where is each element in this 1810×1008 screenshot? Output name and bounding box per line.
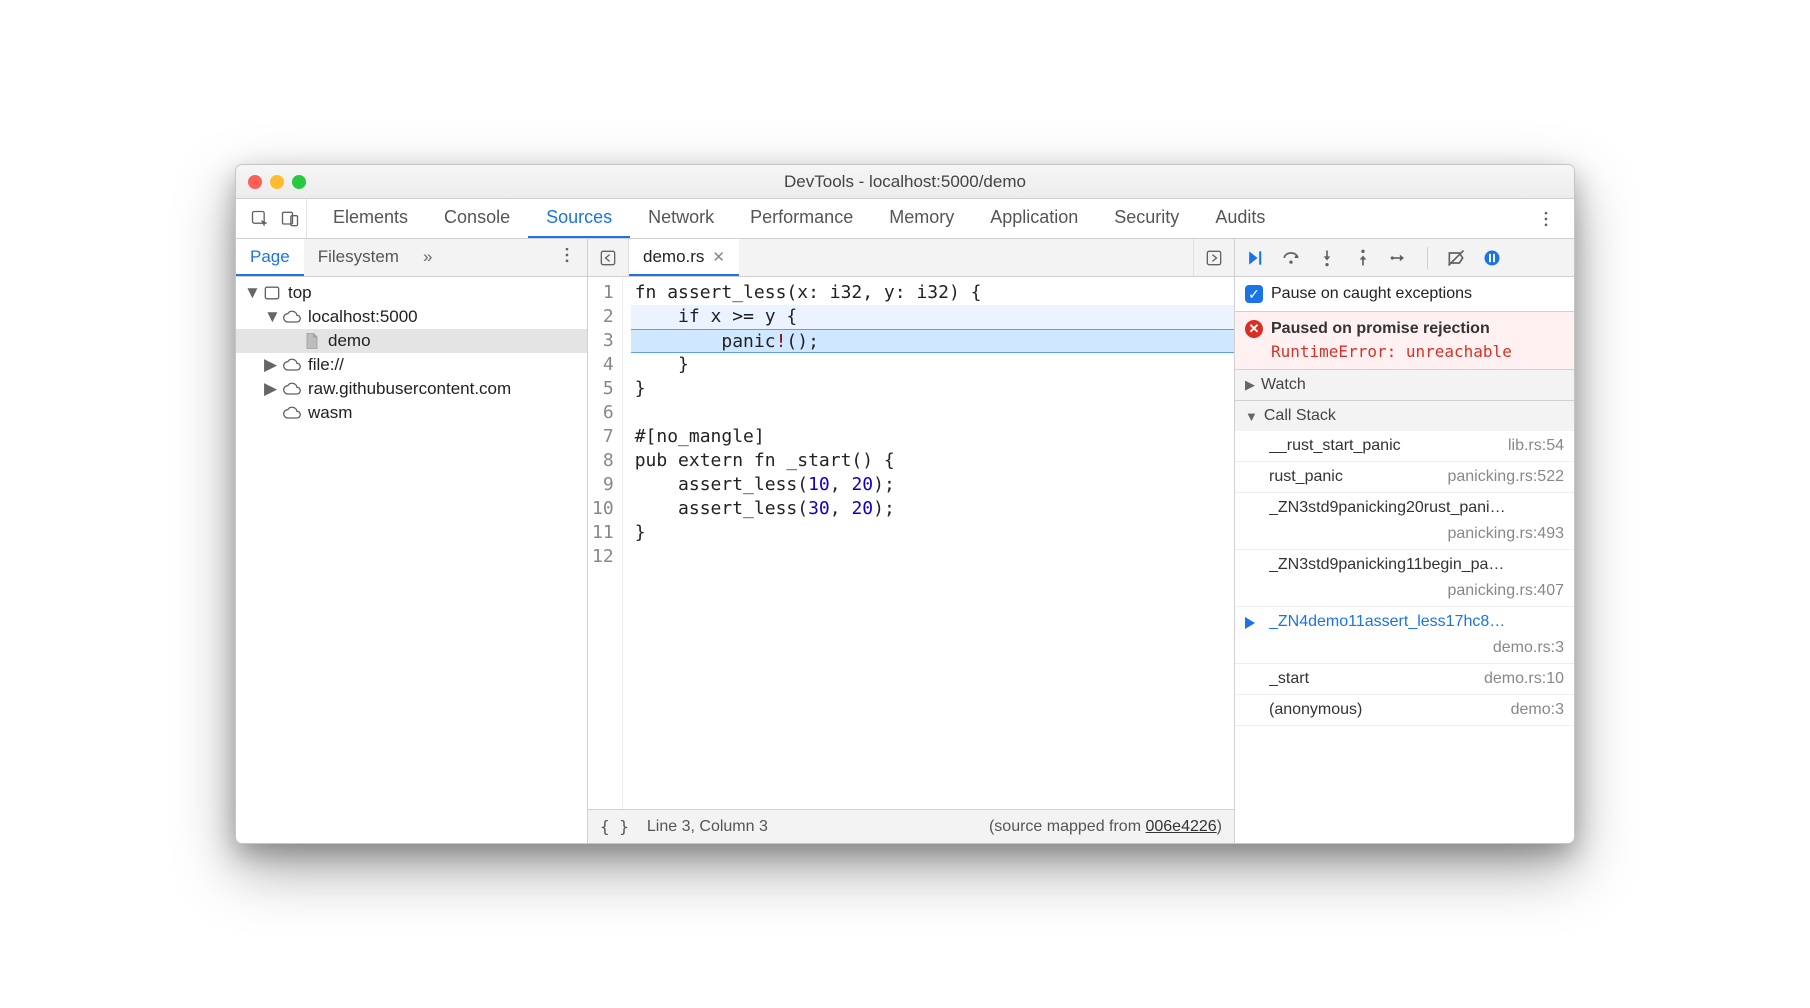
close-tab-icon[interactable]: ✕ [712, 248, 725, 266]
cursor-position: Line 3, Column 3 [647, 818, 768, 836]
navigate-back-icon[interactable] [588, 239, 629, 276]
tab-network[interactable]: Network [630, 199, 732, 238]
pause-reason: Paused on promise rejection [1271, 320, 1490, 338]
tab-console[interactable]: Console [426, 199, 528, 238]
tab-memory[interactable]: Memory [871, 199, 972, 238]
editor-pane: demo.rs ✕ 123456789101112 fn assert_less… [588, 239, 1234, 843]
pause-on-caught-checkbox[interactable]: ✓ Pause on caught exceptions [1235, 277, 1574, 311]
callstack-section-header[interactable]: ▼Call Stack [1235, 401, 1574, 431]
pause-on-caught-label: Pause on caught exceptions [1271, 285, 1472, 303]
stack-frame[interactable]: rust_panicpanicking.rs:522 [1235, 462, 1574, 493]
editor-statusbar: { } Line 3, Column 3 (source mapped from… [588, 809, 1234, 843]
panel-tabs: ElementsConsoleSourcesNetworkPerformance… [236, 199, 1574, 239]
tree-item[interactable]: ▼localhost:5000 [236, 305, 587, 329]
tree-item[interactable]: demo [236, 329, 587, 353]
window-title: DevTools - localhost:5000/demo [236, 172, 1574, 192]
debugger-toolbar [1235, 239, 1574, 277]
devtools-window: DevTools - localhost:5000/demo ElementsC… [235, 164, 1575, 844]
navigator-tab-page[interactable]: Page [236, 239, 304, 276]
stack-frame[interactable]: _ZN3std9panicking20rust_pani…panicking.r… [1235, 493, 1574, 550]
stack-frame[interactable]: _startdemo.rs:10 [1235, 664, 1574, 695]
tab-application[interactable]: Application [972, 199, 1096, 238]
stack-frame[interactable]: _ZN3std9panicking11begin_pa…panicking.rs… [1235, 550, 1574, 607]
inspect-icon[interactable] [250, 209, 270, 229]
pause-message: RuntimeError: unreachable [1245, 342, 1564, 361]
navigator-pane: PageFilesystem » ▼top▼localhost:5000demo… [236, 239, 588, 843]
source-map-link[interactable]: 006e4226 [1145, 818, 1216, 835]
stack-frame[interactable]: (anonymous)demo:3 [1235, 695, 1574, 726]
step-into-icon[interactable] [1317, 248, 1337, 268]
tree-item[interactable]: ▼top [236, 281, 587, 305]
tab-audits[interactable]: Audits [1197, 199, 1283, 238]
deactivate-breakpoints-icon[interactable] [1446, 248, 1466, 268]
file-tab[interactable]: demo.rs ✕ [629, 239, 739, 276]
tab-elements[interactable]: Elements [315, 199, 426, 238]
kebab-menu-icon[interactable] [1526, 199, 1566, 238]
file-tab-label: demo.rs [643, 247, 704, 267]
pause-exceptions-icon[interactable] [1482, 248, 1502, 268]
watch-section-header[interactable]: ▶Watch [1235, 370, 1574, 400]
tab-performance[interactable]: Performance [732, 199, 871, 238]
tree-item[interactable]: ▶file:// [236, 353, 587, 377]
tab-security[interactable]: Security [1096, 199, 1197, 238]
resume-icon[interactable] [1245, 248, 1265, 268]
device-toggle-icon[interactable] [280, 209, 300, 229]
stack-frame[interactable]: __rust_start_paniclib.rs:54 [1235, 431, 1574, 462]
navigator-tab-filesystem[interactable]: Filesystem [304, 239, 413, 276]
stack-frame[interactable]: _ZN4demo11assert_less17hc8…demo.rs:3 [1235, 607, 1574, 664]
tab-sources[interactable]: Sources [528, 199, 630, 238]
navigate-forward-icon[interactable] [1193, 239, 1234, 276]
subtabs-overflow[interactable]: » [413, 239, 442, 276]
error-icon: ✕ [1245, 320, 1263, 338]
step-out-icon[interactable] [1353, 248, 1373, 268]
file-tree: ▼top▼localhost:5000demo▶file://▶raw.gith… [236, 277, 587, 843]
tree-item[interactable]: wasm [236, 401, 587, 425]
step-over-icon[interactable] [1281, 248, 1301, 268]
pause-banner: ✕ Paused on promise rejection RuntimeErr… [1235, 312, 1574, 370]
tree-item[interactable]: ▶raw.githubusercontent.com [236, 377, 587, 401]
debugger-pane: ✓ Pause on caught exceptions ✕ Paused on… [1234, 239, 1574, 843]
source-mapped: (source mapped from 006e4226) [989, 818, 1222, 836]
titlebar: DevTools - localhost:5000/demo [236, 165, 1574, 199]
pretty-print-icon[interactable]: { } [600, 817, 629, 836]
step-icon[interactable] [1389, 248, 1409, 268]
code-editor[interactable]: 123456789101112 fn assert_less(x: i32, y… [588, 277, 1234, 809]
navigator-kebab-icon[interactable] [557, 245, 577, 270]
